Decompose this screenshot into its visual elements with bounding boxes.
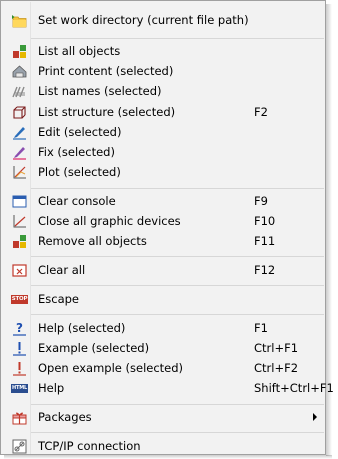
clear-all-icon xyxy=(12,263,27,278)
exclamation-red-icon xyxy=(12,361,27,376)
menu-item-shortcut: F1 xyxy=(254,321,268,335)
menu-item-set-work-directory[interactable]: Set work directory (current file path) xyxy=(2,10,326,30)
menu-item-print-content[interactable]: Print content (selected) xyxy=(2,61,326,81)
menu-item-edit[interactable]: Edit (selected) xyxy=(2,122,326,142)
menu-item-shortcut: F9 xyxy=(254,194,268,208)
separator xyxy=(31,38,324,39)
menu-shadow-right xyxy=(326,4,332,456)
menu-item-shortcut: F12 xyxy=(254,263,276,277)
plot-icon xyxy=(12,165,27,180)
menu-item-label: List names (selected) xyxy=(38,84,162,98)
menu-item-label: Example (selected) xyxy=(38,341,150,355)
question-icon: ? xyxy=(12,321,27,336)
menu-shadow-bottom xyxy=(4,455,332,459)
separator xyxy=(31,285,324,286)
menu-item-escape[interactable]: STOP Escape xyxy=(2,289,326,309)
folder-icon xyxy=(12,13,27,28)
menu-item-label: Edit (selected) xyxy=(38,125,122,139)
menu-item-label: Help xyxy=(38,381,65,395)
menu-item-plot[interactable]: Plot (selected) xyxy=(2,162,326,182)
menu-item-label: List structure (selected) xyxy=(38,105,176,119)
menu-item-open-example[interactable]: Open example (selected) Ctrl+F2 xyxy=(2,358,326,378)
stop-badge: STOP xyxy=(10,295,29,304)
menu-item-label: TCP/IP connection xyxy=(38,439,141,453)
objects-icon xyxy=(12,44,27,59)
menu-item-label: Clear all xyxy=(38,263,86,277)
menu-item-remove-all-objects[interactable]: Remove all objects F11 xyxy=(2,231,326,251)
menu-item-fix[interactable]: Fix (selected) xyxy=(2,142,326,162)
menu-item-label: Help (selected) xyxy=(38,321,126,335)
menu-item-label: Open example (selected) xyxy=(38,361,184,375)
submenu-arrow-icon xyxy=(313,413,317,421)
separator xyxy=(31,188,324,189)
menu-item-label: List all objects xyxy=(38,44,121,58)
menu-item-shortcut: Ctrl+F1 xyxy=(254,341,299,355)
separator xyxy=(31,404,324,405)
print-content-icon xyxy=(12,64,27,79)
menu-item-label: Plot (selected) xyxy=(38,165,121,179)
menu-item-shortcut: F11 xyxy=(254,234,276,248)
menu-item-shortcut: Shift+Ctrl+F1 xyxy=(254,381,334,395)
menu-item-label: Close all graphic devices xyxy=(38,214,181,228)
menu-item-shortcut: F2 xyxy=(254,105,268,119)
context-menu: Set work directory (current file path) L… xyxy=(0,0,334,456)
pen-edit-icon xyxy=(12,125,27,140)
separator xyxy=(31,432,324,433)
gift-icon xyxy=(12,410,27,425)
menu-item-list-names[interactable]: List names (selected) xyxy=(2,81,326,101)
menu-item-close-all-graphic-devices[interactable]: Close all graphic devices F10 xyxy=(2,211,326,231)
menu-item-shortcut: Ctrl+F2 xyxy=(254,361,299,375)
menu-item-label: Fix (selected) xyxy=(38,145,115,159)
svg-text:?: ? xyxy=(16,321,23,335)
stop-icon: STOP xyxy=(10,292,29,307)
console-icon xyxy=(12,194,27,209)
menu-item-label: Clear console xyxy=(38,194,116,208)
menu-item-example[interactable]: Example (selected) Ctrl+F1 xyxy=(2,338,326,358)
menu-item-clear-console[interactable]: Clear console F9 xyxy=(2,191,326,211)
menu-item-label: Escape xyxy=(38,292,80,306)
tcpip-icon xyxy=(12,439,27,454)
html-badge: HTML xyxy=(11,384,28,393)
menu-item-shortcut: F10 xyxy=(254,214,276,228)
menu-item-label: Set work directory (current file path) xyxy=(38,13,249,27)
structure-icon xyxy=(12,105,27,120)
html-icon: HTML xyxy=(11,381,28,396)
menu-item-list-all-objects[interactable]: List all objects xyxy=(2,41,326,61)
menu-item-clear-all[interactable]: Clear all F12 xyxy=(2,260,326,280)
menu-item-label: Print content (selected) xyxy=(38,64,174,78)
pen-fix-icon xyxy=(12,145,27,160)
remove-objects-icon xyxy=(12,234,27,249)
menu-item-help-selected[interactable]: ? Help (selected) F1 xyxy=(2,318,326,338)
separator xyxy=(31,314,324,315)
exclamation-blue-icon xyxy=(12,341,27,356)
menu-item-packages[interactable]: Packages xyxy=(2,407,326,427)
close-devices-icon xyxy=(12,214,27,229)
menu-item-list-structure[interactable]: List structure (selected) F2 xyxy=(2,102,326,122)
menu-item-tcpip-connection[interactable]: TCP/IP connection xyxy=(2,436,326,456)
menu-item-label: Remove all objects xyxy=(38,234,147,248)
separator xyxy=(31,256,324,257)
list-names-icon xyxy=(12,84,27,99)
menu-item-label: Packages xyxy=(38,410,92,424)
menu-item-help-html[interactable]: HTML Help Shift+Ctrl+F1 xyxy=(2,378,334,398)
